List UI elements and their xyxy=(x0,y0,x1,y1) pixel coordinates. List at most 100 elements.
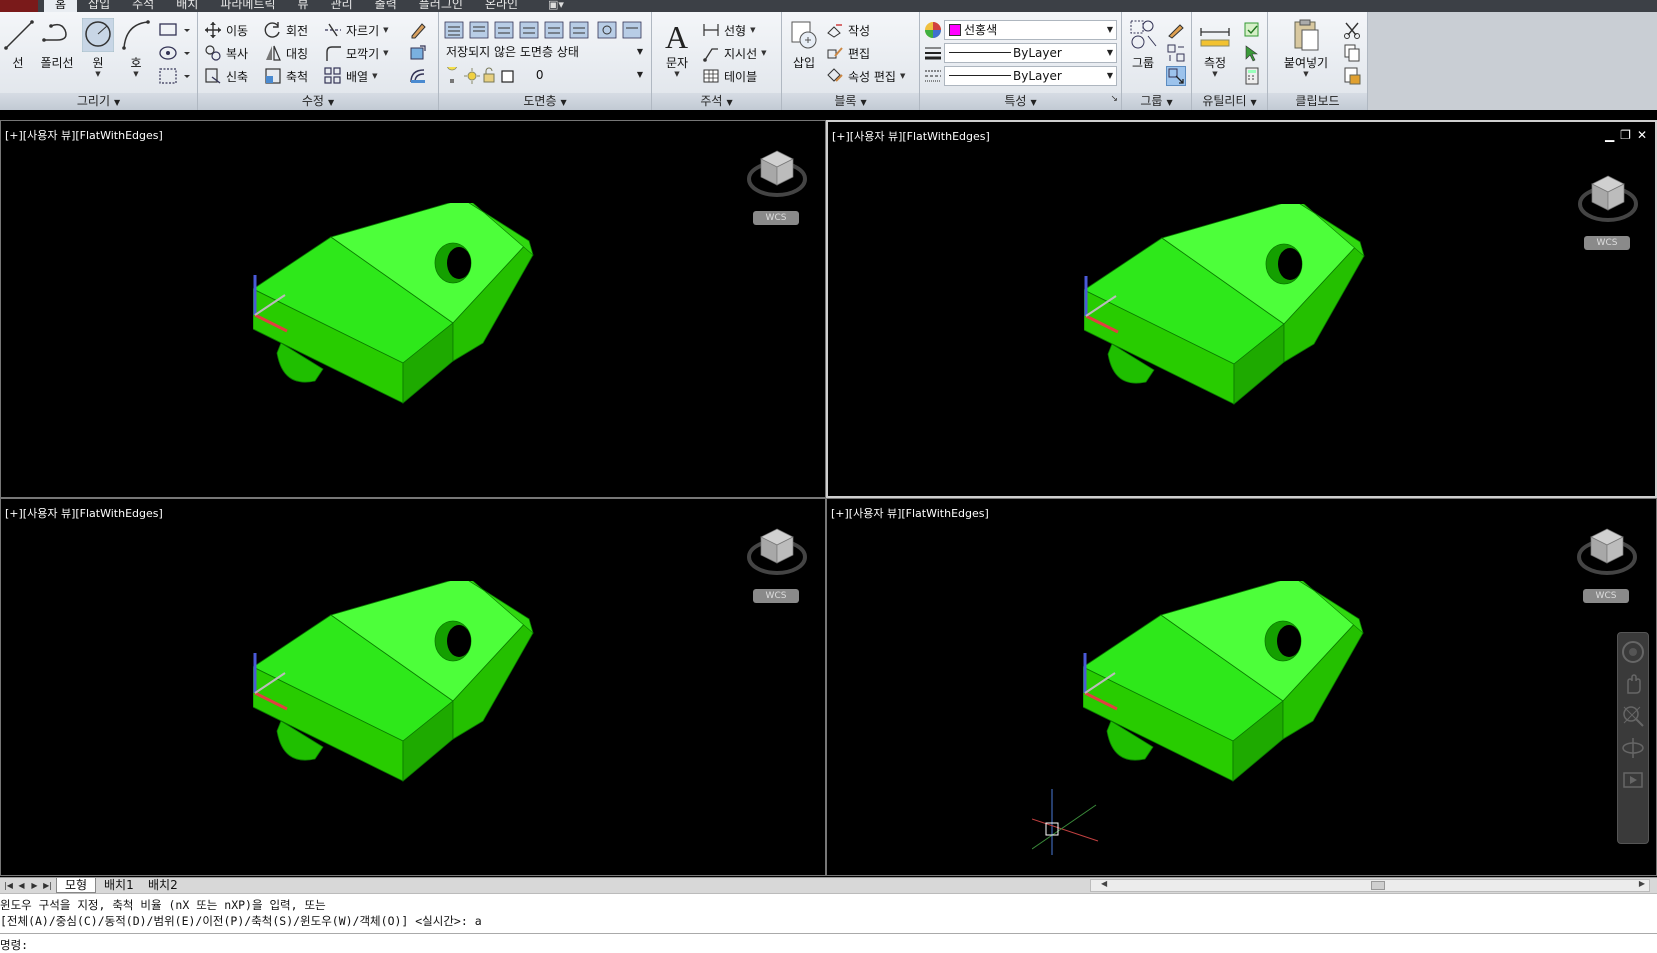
viewport-top-left[interactable]: [+][사용자 뷰][FlatWithEdges] WCS xyxy=(0,120,826,498)
gradient-button[interactable] xyxy=(158,66,192,86)
steering-wheel-icon[interactable] xyxy=(1620,639,1646,665)
select-similar-button[interactable] xyxy=(1242,43,1262,63)
properties-panel-title[interactable]: 특성 ▼ ↘ xyxy=(920,93,1121,110)
viewport-label[interactable]: [+][사용자 뷰][FlatWithEdges] xyxy=(5,505,163,521)
viewport-label[interactable]: [+][사용자 뷰][FlatWithEdges] xyxy=(832,128,990,144)
viewport-top-right[interactable]: [+][사용자 뷰][FlatWithEdges] ▁ ❐ ✕ WCS xyxy=(826,120,1657,498)
tab-online[interactable]: 온라인 xyxy=(474,0,529,12)
viewport-bottom-left[interactable]: [+][사용자 뷰][FlatWithEdges] WCS xyxy=(0,498,826,876)
array-button[interactable]: 배열 ▼ xyxy=(324,66,377,86)
edit-attributes-button[interactable]: 속성 편집 ▼ xyxy=(826,66,905,86)
tab-output[interactable]: 출력 xyxy=(364,0,408,12)
ungroup-button[interactable] xyxy=(1166,20,1186,40)
insert-block-button[interactable]: 삽입 xyxy=(786,18,822,71)
command-input[interactable]: 명령: xyxy=(0,933,1657,953)
wcs-menu-button[interactable]: WCS xyxy=(1583,589,1629,603)
trim-button[interactable]: 자르기 ▼ xyxy=(324,20,389,40)
tab-annotate[interactable]: 주석 xyxy=(121,0,165,12)
circle-dropdown-icon[interactable]: ▼ xyxy=(81,71,115,78)
block-panel-title[interactable]: 블록 ▼ xyxy=(782,93,919,110)
ribbon-options-icon[interactable]: ▣▾ xyxy=(548,0,564,11)
rotate-button[interactable]: 회전 xyxy=(264,20,308,40)
group-selection-toggle[interactable] xyxy=(1166,66,1186,86)
move-button[interactable]: 이동 xyxy=(204,20,248,40)
layers-panel-title[interactable]: 도면층 ▼ xyxy=(439,93,651,110)
wcs-menu-button[interactable]: WCS xyxy=(1584,236,1630,250)
horizontal-scrollbar[interactable]: ◀ ▶ xyxy=(1090,879,1650,892)
scroll-left-icon[interactable]: ◀ xyxy=(1101,879,1107,888)
3d-model[interactable] xyxy=(252,576,553,801)
tab-home[interactable]: 홈 xyxy=(44,0,78,12)
tab-view[interactable]: 뷰 xyxy=(287,0,320,12)
annotation-panel-title[interactable]: 주석 ▼ xyxy=(652,93,781,110)
orbit-icon[interactable] xyxy=(1620,735,1646,761)
arc-button[interactable]: 호 ▼ xyxy=(119,18,153,78)
arc-dropdown-icon[interactable]: ▼ xyxy=(119,71,153,78)
text-dropdown-icon[interactable]: ▼ xyxy=(658,71,696,78)
cut-button[interactable] xyxy=(1342,20,1362,40)
explode-button[interactable] xyxy=(408,43,428,63)
viewcube[interactable]: WCS xyxy=(745,143,809,229)
3d-model[interactable] xyxy=(1082,576,1383,801)
layer-dropdown[interactable]: 0 ▼ xyxy=(441,65,647,85)
trim-dropdown-icon[interactable]: ▼ xyxy=(383,26,388,34)
layout-tab-layout2[interactable]: 배치2 xyxy=(140,878,186,893)
scroll-right-icon[interactable]: ▶ xyxy=(1639,879,1645,888)
tab-layout[interactable]: 배치 xyxy=(165,0,209,12)
leader-dropdown-icon[interactable]: ▼ xyxy=(761,49,766,57)
line-button[interactable]: 선 xyxy=(1,18,35,71)
edit-attributes-dropdown-icon[interactable]: ▼ xyxy=(900,72,905,80)
erase-button[interactable] xyxy=(408,20,428,40)
color-dropdown[interactable]: 선홍색 ▼ xyxy=(944,20,1117,40)
measure-button[interactable]: 측정 ▼ xyxy=(1198,18,1232,78)
copy-with-basepoint-button[interactable] xyxy=(1342,66,1362,86)
tab-parametric[interactable]: 파라메트릭 xyxy=(209,0,286,12)
3d-model[interactable] xyxy=(1083,199,1384,424)
edit-block-button[interactable]: 편집 xyxy=(826,43,870,63)
linear-dimension-button[interactable]: 선형 ▼ xyxy=(702,20,755,40)
minimize-icon[interactable]: ▁ xyxy=(1605,128,1614,142)
create-block-button[interactable]: 작성 xyxy=(826,20,870,40)
restore-icon[interactable]: ❐ xyxy=(1620,128,1631,142)
draw-panel-title[interactable]: 그리기 ▼ xyxy=(0,93,197,110)
first-layout-icon[interactable]: |◀ xyxy=(2,879,15,892)
viewport-label[interactable]: [+][사용자 뷰][FlatWithEdges] xyxy=(831,505,989,521)
viewcube[interactable]: WCS xyxy=(1575,521,1639,607)
showmotion-icon[interactable] xyxy=(1620,767,1646,793)
linear-dropdown-icon[interactable]: ▼ xyxy=(750,26,755,34)
offset-button[interactable] xyxy=(408,66,428,86)
layout-tab-layout1[interactable]: 배치1 xyxy=(96,878,142,893)
polyline-button[interactable]: 폴리선 xyxy=(40,18,74,71)
table-button[interactable]: 테이블 xyxy=(702,66,757,86)
text-button[interactable]: A 문자 ▼ xyxy=(658,18,696,78)
properties-launcher-icon[interactable]: ↘ xyxy=(1110,91,1118,108)
linetype-dropdown[interactable]: ByLayer ▼ xyxy=(944,66,1117,86)
tab-manage[interactable]: 관리 xyxy=(320,0,364,12)
mirror-button[interactable]: 대칭 xyxy=(264,43,308,63)
measure-dropdown-icon[interactable]: ▼ xyxy=(1198,71,1232,78)
scale-button[interactable]: 축척 xyxy=(264,66,308,86)
tab-plugins[interactable]: 플러그인 xyxy=(408,0,474,12)
next-layout-icon[interactable]: ▶ xyxy=(28,879,41,892)
groups-panel-title[interactable]: 그룹 ▼ xyxy=(1122,93,1191,110)
fillet-button[interactable]: 모깍기 ▼ xyxy=(324,43,389,63)
modify-panel-title[interactable]: 수정 ▼ xyxy=(198,93,438,110)
group-edit-button[interactable] xyxy=(1166,43,1186,63)
leader-button[interactable]: 지시선 ▼ xyxy=(702,43,767,63)
circle-button[interactable]: 원 ▼ xyxy=(81,18,115,78)
paste-button[interactable]: 붙여넣기 ▼ xyxy=(1280,18,1332,78)
3d-model[interactable] xyxy=(252,198,553,423)
viewcube[interactable]: WCS xyxy=(745,521,809,607)
stretch-button[interactable]: 신축 xyxy=(204,66,248,86)
viewcube[interactable]: WCS xyxy=(1576,168,1640,254)
previous-layout-icon[interactable]: ◀ xyxy=(15,879,28,892)
close-icon[interactable]: ✕ xyxy=(1637,128,1647,142)
last-layout-icon[interactable]: ▶| xyxy=(41,879,54,892)
rectangle-button[interactable] xyxy=(158,20,192,40)
layer-state-dropdown[interactable]: 저장되지 않은 도면층 상태 ▼ xyxy=(441,42,647,62)
zoom-icon[interactable] xyxy=(1620,703,1646,729)
copy-clip-button[interactable] xyxy=(1342,43,1362,63)
array-dropdown-icon[interactable]: ▼ xyxy=(372,72,377,80)
hatch-button[interactable] xyxy=(158,43,192,63)
paste-dropdown-icon[interactable]: ▼ xyxy=(1280,71,1332,78)
